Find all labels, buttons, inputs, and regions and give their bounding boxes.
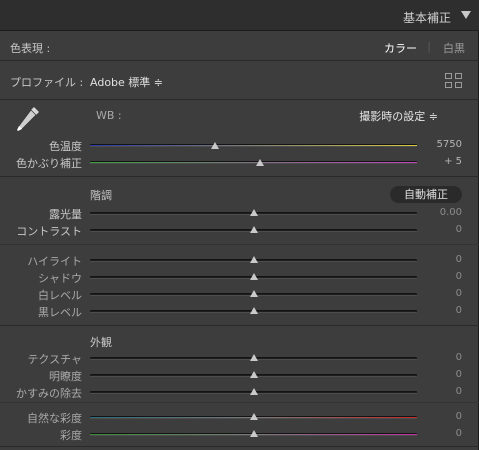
divider — [0, 244, 479, 245]
dehaze-slider-thumb[interactable] — [250, 388, 258, 395]
temp-slider-thumb[interactable] — [211, 142, 219, 149]
basic-panel: 基本補正 色表現 : カラー | 白黒 プロファイル : Adobe 標準 ≑ … — [0, 0, 479, 450]
treatment-row: 色表現 : カラー | 白黒 — [0, 31, 479, 61]
auto-tone-button[interactable]: 自動補正 — [390, 186, 462, 203]
vibrance-label: 自然な彩度 — [27, 412, 82, 425]
shadows-value[interactable]: 0 — [422, 271, 462, 282]
presence-group-title: 外観 — [90, 336, 112, 349]
profile-row: プロファイル : Adobe 標準 ≑ — [0, 62, 479, 100]
panel-title: 基本補正 — [402, 11, 451, 25]
profile-browser-grid-icon[interactable] — [445, 73, 463, 89]
tint-value[interactable]: + 5 — [422, 156, 462, 167]
whites-label: 白レベル — [38, 289, 82, 302]
treatment-bw-option[interactable]: 白黒 — [443, 40, 465, 56]
divider — [0, 176, 479, 177]
temp-slider-track[interactable] — [90, 144, 417, 147]
divider — [0, 446, 479, 447]
vibrance-slider-thumb[interactable] — [250, 413, 258, 420]
blacks-slider-thumb[interactable] — [250, 307, 258, 314]
texture-label: テクスチャ — [27, 353, 82, 366]
whites-slider-thumb[interactable] — [250, 290, 258, 297]
treatment-color-option[interactable]: カラー — [384, 40, 417, 56]
contrast-label: コントラスト — [16, 225, 82, 238]
blacks-label: 黒レベル — [38, 306, 82, 319]
tone-group-title: 階調 — [90, 189, 112, 202]
profile-dropdown[interactable]: Adobe 標準 ≑ — [90, 74, 163, 90]
clarity-slider-thumb[interactable] — [250, 371, 258, 378]
clarity-label: 明瞭度 — [49, 370, 82, 383]
treatment-separator: | — [427, 40, 431, 53]
contrast-value[interactable]: 0 — [422, 224, 462, 235]
exposure-slider-thumb[interactable] — [250, 209, 258, 216]
texture-value[interactable]: 0 — [422, 352, 462, 363]
panel-header[interactable]: 基本補正 — [0, 0, 479, 31]
blacks-value[interactable]: 0 — [422, 305, 462, 316]
wb-dropdown[interactable]: 撮影時の設定 ≑ — [359, 108, 438, 124]
exposure-label: 露光量 — [49, 208, 82, 221]
highlights-label: ハイライト — [27, 255, 82, 268]
saturation-label: 彩度 — [60, 429, 82, 442]
texture-slider-thumb[interactable] — [250, 354, 258, 361]
vibrance-value[interactable]: 0 — [422, 411, 462, 422]
saturation-slider-thumb[interactable] — [250, 430, 258, 437]
profile-label: プロファイル : — [10, 76, 84, 89]
divider — [0, 325, 479, 326]
exposure-value[interactable]: 0.00 — [422, 207, 462, 218]
temp-label: 色温度 — [49, 140, 82, 153]
whites-value[interactable]: 0 — [422, 288, 462, 299]
temp-value[interactable]: 5750 — [422, 139, 462, 150]
tint-slider-track[interactable] — [90, 161, 417, 164]
treatment-label: 色表現 : — [10, 42, 51, 55]
shadows-slider-thumb[interactable] — [250, 273, 258, 280]
collapse-triangle-icon[interactable] — [461, 11, 471, 19]
highlights-value[interactable]: 0 — [422, 254, 462, 265]
wb-label: WB : — [96, 109, 122, 122]
shadows-label: シャドウ — [38, 272, 82, 285]
tint-slider-thumb[interactable] — [256, 159, 264, 166]
wb-eyedropper-icon[interactable] — [12, 104, 42, 136]
tint-label: 色かぶり補正 — [16, 157, 82, 170]
contrast-slider-thumb[interactable] — [250, 226, 258, 233]
dehaze-value[interactable]: 0 — [422, 386, 462, 397]
dehaze-label: かすみの除去 — [16, 387, 82, 400]
clarity-value[interactable]: 0 — [422, 369, 462, 380]
saturation-value[interactable]: 0 — [422, 428, 462, 439]
highlights-slider-thumb[interactable] — [250, 256, 258, 263]
divider — [0, 402, 479, 403]
